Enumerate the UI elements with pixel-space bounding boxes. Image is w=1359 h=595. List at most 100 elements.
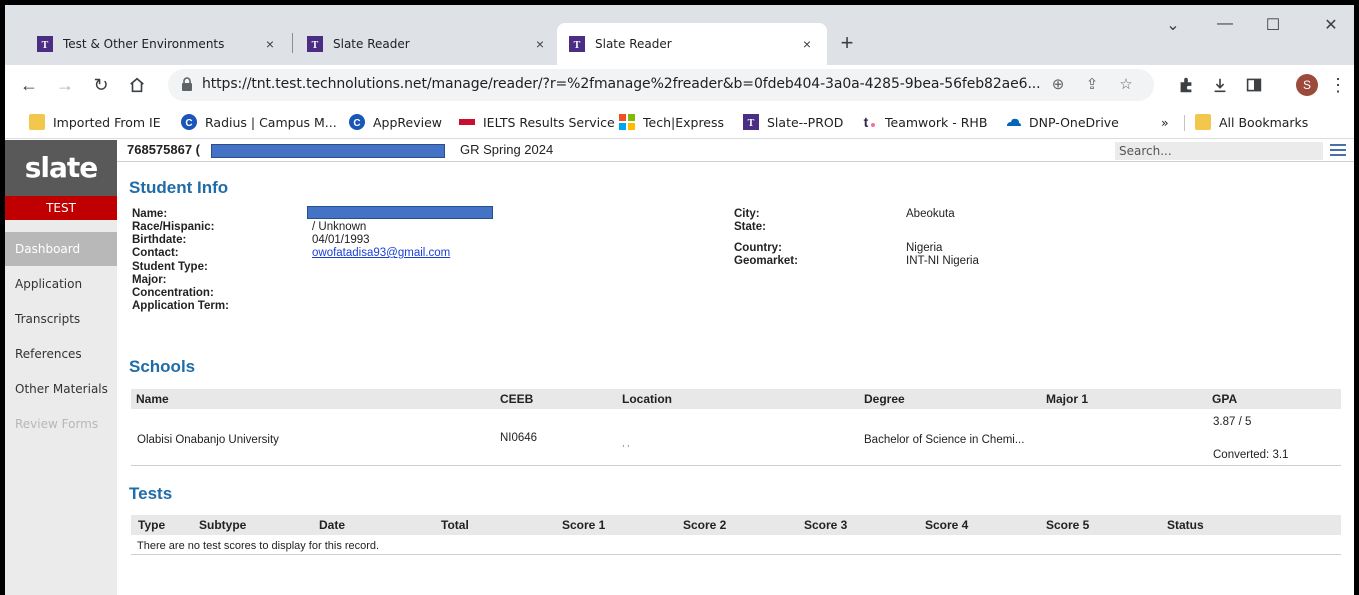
tests-table-header: Type Subtype Date Total Score 1 Score 2 …	[131, 515, 1341, 535]
slate-reader-app: slate TEST Dashboard Application Transcr…	[5, 140, 1354, 595]
slate-logo[interactable]: slate	[5, 140, 117, 196]
column-header: Status	[1167, 518, 1204, 532]
race-label: Race/Hispanic:	[132, 221, 215, 233]
row-divider	[131, 465, 1341, 466]
nav-transcripts[interactable]: Transcripts	[5, 302, 117, 336]
svg-text:t: t	[864, 114, 869, 130]
chevron-double-right-icon: »	[1161, 114, 1169, 130]
bookmarks-overflow-button[interactable]: »	[1161, 113, 1169, 131]
column-header: Major 1	[1046, 392, 1089, 406]
sidebar: slate TEST Dashboard Application Transcr…	[5, 140, 117, 595]
nav-other-materials[interactable]: Other Materials	[5, 372, 117, 406]
contact-label: Contact:	[132, 247, 179, 259]
country-value: Nigeria	[906, 242, 943, 254]
bookmark-appreview[interactable]: C AppReview	[349, 113, 442, 131]
nav-review-forms[interactable]: Review Forms	[5, 407, 117, 441]
state-label: State:	[734, 221, 766, 233]
forward-arrow-icon[interactable]: →	[53, 73, 77, 97]
schools-table-header: Name CEEB Location Degree Major 1 GPA	[131, 389, 1341, 409]
address-bar[interactable]: https://tnt.test.technolutions.net/manag…	[168, 69, 1154, 101]
bookmark-label: IELTS Results Service	[483, 114, 615, 130]
browser-menu-icon[interactable]: ⋮	[1326, 73, 1350, 97]
tab-test-environments[interactable]: T Test & Other Environments ×	[25, 23, 290, 65]
tab-slate-reader-1[interactable]: T Slate Reader ×	[295, 23, 560, 65]
profile-avatar[interactable]: S	[1296, 74, 1318, 96]
new-tab-button[interactable]: +	[835, 32, 859, 56]
radius-icon: C	[349, 114, 365, 130]
zoom-icon[interactable]: ⊕	[1048, 75, 1068, 95]
minimize-button[interactable]: —	[1213, 15, 1237, 39]
city-value: Abeokuta	[906, 208, 955, 220]
hamburger-menu-icon[interactable]	[1330, 143, 1346, 157]
side-panel-icon[interactable]	[1242, 73, 1266, 97]
column-header: Subtype	[199, 518, 247, 532]
slate-favicon-icon: T	[37, 36, 53, 52]
bookmark-imported-from-ie[interactable]: Imported From IE	[29, 113, 161, 131]
geomarket-value: INT-NI Nigeria	[906, 255, 979, 267]
column-header: Date	[319, 518, 346, 532]
city-label: City:	[734, 208, 760, 220]
tab-close-icon[interactable]: ×	[799, 36, 815, 52]
svg-text:T: T	[748, 118, 755, 129]
school-ceeb: NI0646	[500, 432, 538, 444]
record-header: 768575867 ( GR Spring 2024	[117, 140, 1354, 162]
maximize-button[interactable]: ☐	[1261, 15, 1285, 39]
tab-title: Slate Reader	[333, 37, 410, 51]
bookmarks-separator	[1184, 115, 1185, 131]
tab-close-icon[interactable]: ×	[532, 36, 548, 52]
email-link[interactable]: owofatadisa93@gmail.com	[312, 247, 450, 259]
bookmark-teamwork[interactable]: t Teamwork - RHB	[861, 113, 988, 131]
home-icon[interactable]	[125, 73, 149, 97]
bookmark-label: Radius | Campus M...	[205, 114, 337, 130]
close-window-button[interactable]: ✕	[1319, 15, 1343, 39]
bookmark-ielts[interactable]: IELTS Results Service	[459, 113, 615, 131]
share-icon[interactable]: ⇪	[1082, 75, 1102, 95]
all-bookmarks-button[interactable]: All Bookmarks	[1195, 113, 1308, 131]
school-gpa-converted: Converted: 3.1	[1213, 449, 1289, 461]
bookmark-tech-express[interactable]: Tech|Express	[619, 113, 724, 131]
svg-text:C: C	[353, 118, 360, 129]
ielts-icon	[459, 119, 475, 125]
bookmark-label: AppReview	[373, 114, 443, 130]
column-header: Score 4	[925, 518, 969, 532]
column-header: Type	[138, 518, 166, 532]
column-header: Location	[622, 392, 672, 406]
url-text[interactable]: https://tnt.test.technolutions.net/manag…	[202, 76, 1041, 92]
tab-strip: T Test & Other Environments × T Slate Re…	[5, 5, 1354, 65]
svg-text:T: T	[42, 40, 49, 51]
extensions-icon[interactable]	[1174, 73, 1198, 97]
slate-favicon-icon: T	[307, 36, 323, 52]
bookmark-star-icon[interactable]: ☆	[1116, 75, 1136, 95]
tab-search-icon[interactable]: ⌄	[1161, 15, 1185, 39]
nav-references[interactable]: References	[5, 337, 117, 371]
bookmark-dnp-onedrive[interactable]: DNP-OneDrive	[1005, 113, 1119, 131]
contact-value: owofatadisa93@gmail.com	[312, 247, 450, 259]
download-icon[interactable]	[1208, 73, 1232, 97]
no-tests-message: There are no test scores to display for …	[137, 540, 380, 552]
column-header: Score 1	[562, 518, 606, 532]
browser-window: T Test & Other Environments × T Slate Re…	[5, 5, 1354, 595]
bookmark-slate-prod[interactable]: T Slate--PROD	[743, 113, 843, 131]
reload-icon[interactable]: ↻	[89, 73, 113, 97]
tab-close-icon[interactable]: ×	[262, 36, 278, 52]
record-term: GR Spring 2024	[460, 142, 554, 157]
search-input[interactable]	[1115, 142, 1323, 160]
bookmark-radius[interactable]: C Radius | Campus M...	[181, 113, 337, 131]
back-arrow-icon[interactable]: ←	[17, 73, 41, 97]
school-name: Olabisi Onabanjo University	[137, 434, 279, 446]
bookmark-label: Teamwork - RHB	[885, 114, 988, 130]
redaction-box	[307, 206, 493, 219]
application-term-label: Application Term:	[132, 300, 229, 312]
bookmarks-bar: Imported From IE C Radius | Campus M... …	[5, 105, 1354, 139]
major-label: Major:	[132, 274, 167, 286]
tests-heading: Tests	[129, 484, 173, 503]
column-header: GPA	[1212, 392, 1238, 406]
redaction-box	[211, 144, 445, 158]
nav-dashboard[interactable]: Dashboard	[5, 232, 117, 266]
column-header: Score 2	[683, 518, 727, 532]
nav-application[interactable]: Application	[5, 267, 117, 301]
school-location: , ,	[622, 438, 630, 448]
student-type-label: Student Type:	[132, 261, 208, 273]
tab-slate-reader-active[interactable]: T Slate Reader ×	[557, 23, 827, 65]
bookmark-label: All Bookmarks	[1219, 114, 1309, 130]
